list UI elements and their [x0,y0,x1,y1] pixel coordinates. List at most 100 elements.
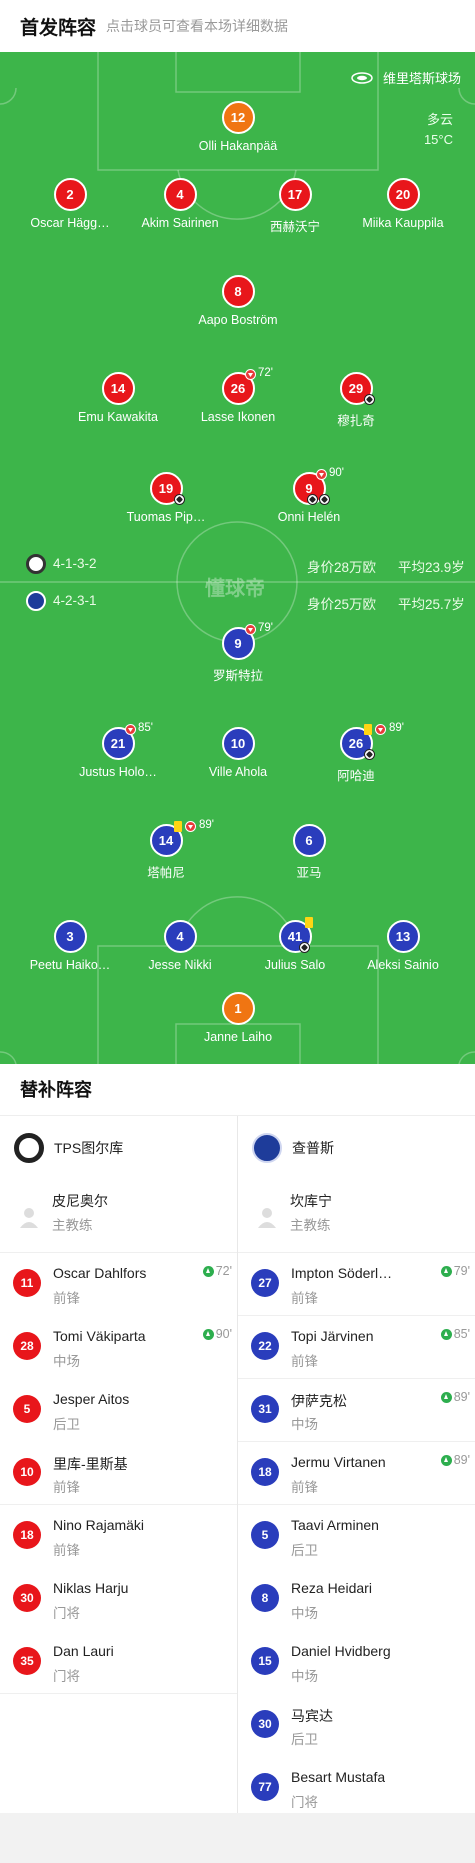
sub-position: 前锋 [291,1480,318,1495]
player-away-am[interactable]: 10 Ville Ahola [178,727,298,779]
sub-in-time: 85' [453,1327,470,1341]
sub-number: 5 [13,1395,41,1423]
away-team-bar: 4-2-3-1 身价25万欧 平均25.7岁 [0,589,475,613]
sub-player-row[interactable]: 28 Tomi Väkiparta 中场 90' [0,1316,237,1379]
sub-position: 门将 [53,1669,80,1684]
sub-number: 18 [13,1521,41,1549]
away-team-row[interactable]: 查普斯 [238,1116,475,1179]
goal-ball-icon [174,494,185,505]
sub-position: 门将 [291,1795,318,1810]
sub-player-row[interactable]: 18 Jermu Virtanen 前锋 89' [238,1442,475,1505]
sub-player-row[interactable]: 31 伊萨克松 中场 89' [238,1379,475,1442]
player-name: Janne Laiho [203,1030,273,1044]
player-away-dm[interactable]: 14 89' 塔帕尼 [106,819,226,881]
away-team-name: 查普斯 [292,1139,334,1156]
player-away-def[interactable]: 3 Peetu Haiko… [10,920,130,972]
sub-player-row[interactable]: 18 Nino Rajamäki 前锋 [0,1505,237,1568]
subs-panel: TPS图尔库 皮尼奥尔 主教练 11 Oscar Dahlfors 前锋 72'… [0,1116,475,1813]
sub-number: 30 [13,1584,41,1612]
sub-in-info: 79' [440,1264,470,1278]
player-name: Peetu Haiko… [29,958,111,972]
player-name: Olli Hakanpää [198,139,278,153]
sub-name: Tomi Väkiparta [53,1328,146,1344]
sub-number: 11 [13,1269,41,1297]
player-home-def[interactable]: 2 Oscar Hägg… [10,178,130,230]
sub-in-icon [440,1328,452,1340]
player-number: 4 [163,920,197,953]
sub-name: Nino Rajamäki [53,1517,145,1533]
sub-time: 89' [199,819,214,831]
goal-ball-icon [299,942,310,953]
player-home-dm[interactable]: 8 Aapo Boström [178,275,298,327]
sub-player-row[interactable]: 5 Jesper Aitos 后卫 [0,1379,237,1442]
sub-name: 里库-里斯基 [53,1456,128,1472]
sub-number: 10 [13,1458,41,1486]
player-number: 4 [163,178,197,211]
sub-in-info: 72' [202,1264,232,1278]
player-away-dm[interactable]: 6 亚马 [249,824,369,881]
sub-name: Impton Söderl… [291,1265,393,1281]
sub-name: Dan Lauri [53,1643,114,1659]
sub-number: 77 [251,1773,279,1801]
coach-name: 皮尼奥尔 [52,1193,108,1209]
player-away-fw[interactable]: 9 79' 罗斯特拉 [178,622,298,684]
lineup-subtitle: 点击球员可查看本场详细数据 [106,18,289,34]
player-name: Miika Kauppila [362,216,444,230]
player-number: 20 [386,178,420,211]
sub-player-row[interactable]: 30 Niklas Harju 门将 [0,1568,237,1631]
away-avg-age: 平均25.7岁 [398,597,465,612]
sub-player-row[interactable]: 22 Topi Järvinen 前锋 85' [238,1316,475,1379]
sub-out-icon [185,821,196,832]
player-number: 3 [53,920,87,953]
player-home-fw[interactable]: 19 Tuomas Pip… [106,472,226,524]
home-coach[interactable]: 皮尼奥尔 主教练 [0,1179,237,1253]
page-footer [0,1813,475,1863]
avatar-placeholder-icon [20,1208,38,1228]
player-name: 阿哈迪 [337,769,375,783]
player-number: 14 [101,372,135,405]
sub-out-icon [245,624,256,635]
sub-in-time: 79' [453,1264,470,1278]
sub-player-row[interactable]: 27 Impton Söderl… 前锋 79' [238,1253,475,1316]
player-home-def[interactable]: 4 Akim Sairinen [120,178,240,230]
player-name: Emu Kawakita [78,410,158,424]
player-home-mid[interactable]: 14 Emu Kawakita [58,372,178,424]
sub-in-icon [440,1391,452,1403]
sub-number: 30 [251,1710,279,1738]
lineup-title: 首发阵容 [20,17,97,39]
sub-number: 5 [251,1521,279,1549]
player-away-def[interactable]: 41 Julius Salo [235,917,355,972]
sub-name: 伊萨克松 [291,1393,347,1409]
sub-out-icon [245,369,256,380]
sub-name: Taavi Arminen [291,1517,379,1533]
away-coach[interactable]: 坎库宁 主教练 [238,1179,475,1253]
sub-player-row[interactable]: 8 Reza Heidari 中场 [238,1568,475,1631]
player-home-mid[interactable]: 29 穆扎奇 [296,372,416,429]
player-away-am[interactable]: 21 85' Justus Holo… [58,722,178,779]
player-away-def[interactable]: 4 Jesse Nikki [120,920,240,972]
player-home-mid[interactable]: 26 72' Lasse Ikonen [178,367,298,424]
sub-player-row[interactable]: 10 里库-里斯基 前锋 [0,1442,237,1505]
sub-number: 15 [251,1647,279,1675]
sub-player-row[interactable]: 11 Oscar Dahlfors 前锋 72' [0,1253,237,1316]
sub-in-icon [440,1454,452,1466]
sub-position: 中场 [291,1669,318,1684]
player-away-def[interactable]: 13 Aleksi Sainio [343,920,463,972]
goal-ball-icon [364,394,375,405]
player-home-def[interactable]: 17 西赫沃宁 [235,178,355,235]
player-home-fw[interactable]: 9 90' Onni Helén [249,467,369,524]
player-away-am[interactable]: 26 89' 阿哈迪 [296,722,416,784]
player-name: Akim Sairinen [141,216,219,230]
player-home-gk[interactable]: 12 Olli Hakanpää [178,101,298,153]
sub-position: 前锋 [291,1291,318,1306]
home-team-row[interactable]: TPS图尔库 [0,1116,237,1179]
sub-in-time: 90' [215,1327,232,1341]
sub-player-row[interactable]: 5 Taavi Arminen 后卫 [238,1505,475,1568]
sub-player-row[interactable]: 35 Dan Lauri 门将 [0,1631,237,1694]
player-away-gk[interactable]: 1 Janne Laiho [178,992,298,1044]
sub-player-row[interactable]: 77 Besart Mustafa 门将 [238,1757,475,1820]
player-home-def[interactable]: 20 Miika Kauppila [343,178,463,230]
sub-position: 中场 [53,1354,80,1369]
sub-player-row[interactable]: 30 马宾达 后卫 [238,1694,475,1757]
sub-player-row[interactable]: 15 Daniel Hvidberg 中场 [238,1631,475,1694]
